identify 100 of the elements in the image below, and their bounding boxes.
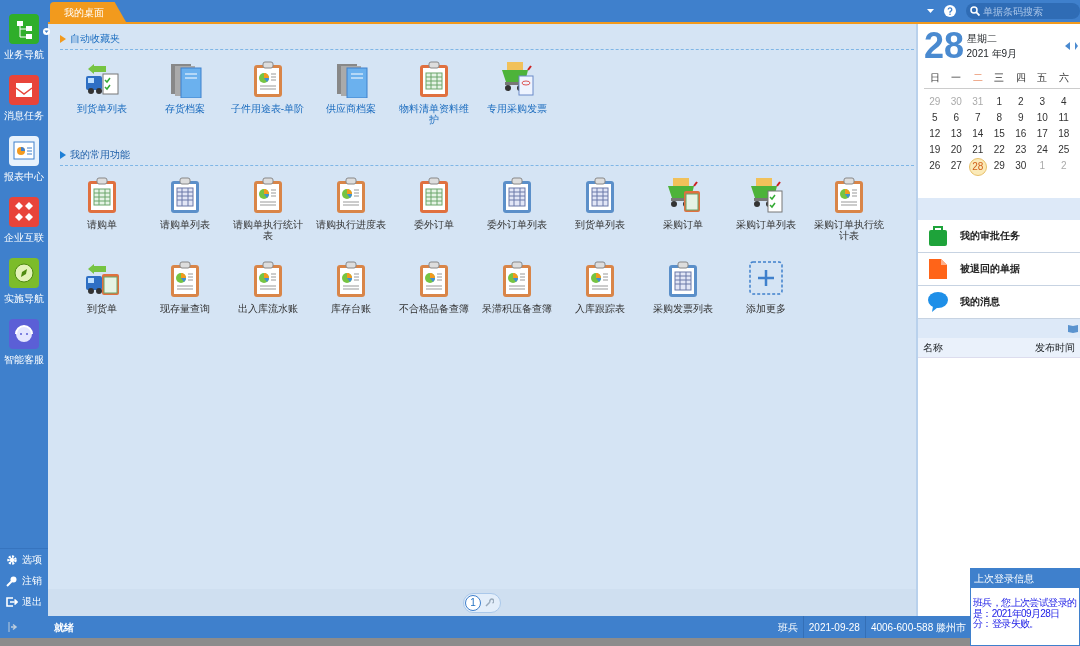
shortcut-label[interactable]: 请购单执行统计表 bbox=[229, 220, 306, 241]
calendar-day[interactable]: 4 bbox=[1053, 93, 1074, 110]
calendar-day[interactable]: 14 bbox=[967, 125, 988, 142]
shortcut-label[interactable]: 子件用途表-单阶 bbox=[229, 104, 306, 115]
shortcut-label[interactable]: 请购单列表 bbox=[146, 220, 223, 231]
caret-icon[interactable] bbox=[927, 8, 934, 14]
weekday-header: 三 bbox=[993, 70, 1006, 85]
calendar-day[interactable]: 30 bbox=[1010, 157, 1031, 174]
calendar-day[interactable]: 22 bbox=[989, 141, 1010, 158]
shortcut-label[interactable]: 出入库流水账 bbox=[229, 304, 306, 315]
calendar-day[interactable]: 5 bbox=[924, 109, 945, 126]
calendar-day[interactable]: 9 bbox=[1010, 109, 1031, 126]
page-button[interactable]: 1 bbox=[465, 594, 481, 611]
calendar-day[interactable]: 23 bbox=[1010, 141, 1031, 158]
column-header: 发布时间 bbox=[1035, 340, 1075, 355]
previous-icon[interactable] bbox=[1064, 42, 1070, 50]
calendar-day[interactable]: 29 bbox=[989, 157, 1010, 174]
search-field[interactable]: 单据条码搜索 bbox=[966, 3, 1080, 19]
calendar-day[interactable]: 21 bbox=[967, 141, 988, 158]
weekday-header: 五 bbox=[1036, 70, 1049, 85]
add-icon[interactable] bbox=[747, 260, 784, 298]
calendar-day[interactable]: 20 bbox=[946, 141, 967, 158]
shortcut-label[interactable]: 到货单列表 bbox=[561, 220, 638, 231]
shortcut-label[interactable]: 供应商档案 bbox=[312, 104, 389, 115]
calendar-day[interactable]: 7 bbox=[967, 109, 988, 126]
calendar-day[interactable]: 12 bbox=[924, 125, 945, 142]
shortcut-label[interactable]: 委外订单 bbox=[395, 220, 472, 231]
shortcut-label[interactable]: 到货单 bbox=[63, 304, 140, 315]
book-icon[interactable] bbox=[1067, 323, 1078, 333]
column-header: 名称 bbox=[923, 340, 943, 355]
task-link[interactable]: 我的消息 bbox=[960, 294, 1000, 309]
calendar-day[interactable]: 19 bbox=[924, 141, 945, 158]
shortcut-label[interactable]: 采购发票列表 bbox=[644, 304, 721, 315]
calendar-day[interactable]: 15 bbox=[989, 125, 1010, 142]
wrench-icon[interactable] bbox=[485, 598, 494, 607]
calendar-day[interactable]: 16 bbox=[1010, 125, 1031, 142]
shortcut-label[interactable]: 添加更多 bbox=[727, 304, 804, 315]
shortcut-label[interactable]: 采购订单列表 bbox=[727, 220, 804, 231]
chat-bubble-icon[interactable] bbox=[928, 290, 948, 313]
diamond-grid-icon[interactable] bbox=[9, 197, 39, 227]
compass-icon[interactable] bbox=[9, 258, 39, 288]
nav-label[interactable]: 业务导航 bbox=[4, 46, 44, 62]
calendar-day[interactable]: 26 bbox=[924, 157, 945, 174]
calendar-day[interactable]: 6 bbox=[946, 109, 967, 126]
menu-label[interactable]: 退出 bbox=[22, 594, 42, 609]
shortcut-label[interactable]: 现存量查询 bbox=[146, 304, 223, 315]
menu-label[interactable]: 注销 bbox=[22, 573, 42, 588]
task-link[interactable]: 我的审批任务 bbox=[960, 228, 1020, 243]
document-icon[interactable] bbox=[928, 257, 948, 280]
calendar-day[interactable]: 27 bbox=[946, 157, 967, 174]
shortcut-label[interactable]: 呆滞积压备查簿 bbox=[478, 304, 555, 315]
popup-message: 班兵，您上次尝试登录的 bbox=[972, 598, 1078, 608]
calendar-day[interactable]: 2 bbox=[1010, 93, 1031, 110]
nav-label[interactable]: 企业互联 bbox=[4, 229, 44, 245]
shortcut-label[interactable]: 存货档案 bbox=[146, 104, 223, 115]
shortcut-label[interactable]: 专用采购发票 bbox=[478, 104, 555, 115]
shortcut-label[interactable]: 入库跟踪表 bbox=[561, 304, 638, 315]
calendar-day[interactable]: 18 bbox=[1053, 125, 1074, 142]
shortcut-label[interactable]: 到货单列表 bbox=[63, 104, 140, 115]
gear-icon[interactable] bbox=[6, 553, 18, 566]
calendar-day[interactable]: 24 bbox=[1032, 141, 1053, 158]
shortcut-label[interactable]: 请购单 bbox=[63, 220, 140, 231]
nav-label[interactable]: 消息任务 bbox=[4, 107, 44, 123]
tree-icon[interactable] bbox=[9, 14, 39, 44]
key-icon[interactable] bbox=[6, 574, 18, 587]
weekday-label: 星期二 bbox=[966, 32, 998, 46]
shortcut-label[interactable]: 库存台账 bbox=[312, 304, 389, 315]
calendar-day[interactable]: 17 bbox=[1032, 125, 1053, 142]
calendar-day[interactable]: 3 bbox=[1032, 93, 1053, 110]
next-icon[interactable] bbox=[1074, 42, 1078, 50]
briefcase-icon[interactable] bbox=[928, 224, 948, 247]
status-text: 就绪 bbox=[54, 620, 74, 635]
collapse-icon[interactable] bbox=[8, 622, 18, 632]
calendar-day[interactable]: 13 bbox=[946, 125, 967, 142]
report-icon[interactable] bbox=[9, 136, 39, 166]
weekday-header: 一 bbox=[950, 70, 963, 85]
status-date: 2021-09-28 bbox=[807, 620, 861, 635]
user-name: 班兵 bbox=[776, 620, 799, 635]
task-link[interactable]: 被退回的单据 bbox=[960, 261, 1020, 276]
shortcut-label[interactable]: 不合格品备查簿 bbox=[395, 304, 472, 315]
calendar-day[interactable]: 1 bbox=[989, 93, 1010, 110]
date-number: 28 bbox=[924, 28, 965, 64]
shortcut-label[interactable]: 采购订单执行统计表 bbox=[810, 220, 887, 241]
shortcut-label[interactable]: 物料清单资料维护 bbox=[395, 104, 472, 125]
calendar-day[interactable]: 8 bbox=[989, 109, 1010, 126]
nav-label[interactable]: 报表中心 bbox=[4, 168, 44, 184]
shortcut-label[interactable]: 采购订单 bbox=[644, 220, 721, 231]
menu-label[interactable]: 选项 bbox=[22, 552, 42, 567]
shortcut-label[interactable]: 委外订单列表 bbox=[478, 220, 555, 231]
help-icon[interactable] bbox=[944, 5, 956, 17]
nav-label[interactable]: 智能客服 bbox=[4, 351, 44, 367]
calendar-day[interactable]: 10 bbox=[1032, 109, 1053, 126]
headset-icon[interactable] bbox=[9, 319, 39, 349]
exit-icon[interactable] bbox=[6, 595, 18, 608]
shortcut-label[interactable]: 请购执行进度表 bbox=[312, 220, 389, 231]
envelope-icon[interactable] bbox=[9, 75, 39, 105]
calendar-day[interactable]: 11 bbox=[1053, 109, 1074, 126]
calendar-day[interactable]: 25 bbox=[1053, 141, 1074, 158]
nav-label[interactable]: 实施导航 bbox=[4, 290, 44, 306]
dropdown-icon[interactable] bbox=[43, 28, 50, 35]
